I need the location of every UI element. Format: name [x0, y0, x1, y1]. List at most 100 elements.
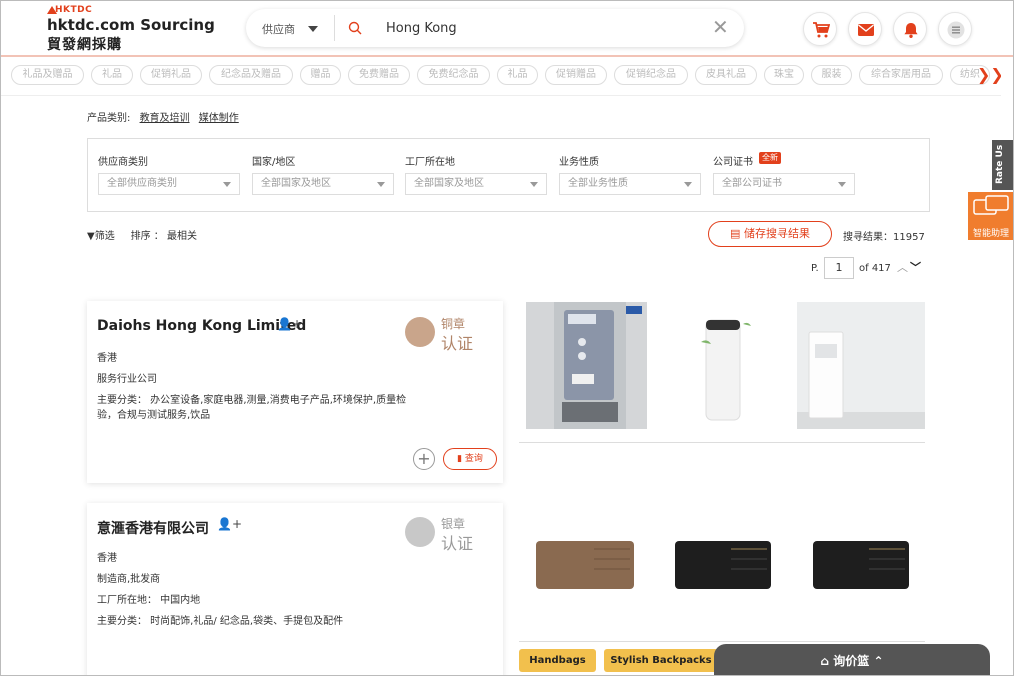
category-pill[interactable]: 礼品	[497, 65, 538, 85]
hktdc-logo[interactable]: HKTDC hktdc.com Sourcing 貿發網採購	[47, 5, 215, 53]
filter-label: 公司证书	[713, 157, 753, 168]
save-search-label: 储存搜寻结果	[743, 227, 810, 240]
product-image-water-purifier[interactable]	[797, 302, 925, 429]
basket-label: 询价篮	[833, 654, 870, 668]
supplier-region: 香港	[97, 553, 117, 564]
filter-panel: 供应商类别 全部供应商类别 国家/地区 全部国家及地区 工厂所在地 全部国家及地…	[87, 138, 930, 212]
chevron-up-icon[interactable]: ︿	[897, 259, 908, 275]
factory-location-select[interactable]: 全部国家及地区	[405, 173, 547, 195]
chevron-down-icon	[530, 182, 538, 187]
air-purifier-image	[661, 302, 782, 429]
save-search-button[interactable]: ▤ 储存搜寻结果	[708, 221, 832, 247]
product-image-card-holder-black[interactable]	[797, 521, 925, 631]
product-tag[interactable]: Handbags	[519, 649, 596, 672]
category-pill[interactable]: 珠宝	[764, 65, 804, 85]
filter-label: 国家/地区	[252, 157, 296, 168]
page: HKTDC hktdc.com Sourcing 貿發網採購 供应商 ✕	[0, 0, 1014, 676]
business-type-select[interactable]: 全部业务性质	[559, 173, 701, 195]
chevron-right-icon[interactable]: ❯❯	[977, 65, 1001, 84]
filter-toggle[interactable]: 筛选	[95, 231, 115, 242]
product-image-card-holder-black[interactable]	[661, 521, 782, 631]
category-pill[interactable]: 皮具礼品	[695, 65, 757, 85]
category-pill[interactable]: 免费纪念品	[417, 65, 490, 85]
water-dispenser-image	[526, 302, 647, 429]
cert-text: 认证	[441, 334, 474, 353]
chevron-down-icon[interactable]: ﹀	[910, 259, 921, 275]
category-pill[interactable]: 服装	[811, 65, 852, 85]
category-pill[interactable]: 免费赠品	[348, 65, 410, 85]
inquiry-label: 查询	[464, 454, 483, 464]
basket-icon: ⌂	[820, 654, 830, 668]
logo-small-text: HKTDC	[55, 5, 93, 15]
chat-bubbles-icon	[973, 195, 1009, 215]
page-number-input[interactable]: 1	[824, 257, 854, 279]
smart-assistant-button[interactable]: 智能助理	[968, 192, 1013, 240]
supplier-type-select[interactable]: 全部供应商类别	[98, 173, 240, 195]
supplier-region: 香港	[97, 353, 117, 364]
bell-icon	[904, 23, 918, 38]
category-pill[interactable]: 赠品	[300, 65, 341, 85]
search-input[interactable]	[386, 18, 686, 38]
logo-main-text: hktdc.com Sourcing	[47, 16, 215, 34]
supplier-business-type: 制造商,批发商	[97, 574, 161, 585]
search-type-select[interactable]: 供应商	[262, 21, 295, 37]
category-strip: 礼品及赠品 礼品 促销礼品 纪念品及赠品 赠品 免费赠品 免费纪念品 礼品 促销…	[1, 61, 1001, 89]
inquiry-basket-bar[interactable]: ⌂ 询价篮 ⌃	[714, 644, 990, 675]
certificate-select[interactable]: 全部公司证书	[713, 173, 855, 195]
supplier-name[interactable]: Daiohs Hong Kong Limited	[97, 318, 306, 334]
silver-certification-badge: 银章 认证	[405, 515, 489, 553]
filter-label: 业务性质	[559, 157, 599, 168]
category-pill[interactable]: 礼品	[91, 65, 133, 85]
category-pill[interactable]: 礼品及赠品	[11, 65, 84, 85]
close-icon[interactable]: ✕	[712, 15, 729, 39]
supplier-card[interactable]: 意滙香港有限公司 👤+ 银章 认证 香港 制造商,批发商 工厂所在地： 中国内地…	[87, 503, 503, 675]
message-button[interactable]	[848, 12, 882, 46]
sort-select[interactable]: 最相关	[167, 231, 197, 242]
logo-chinese-text: 貿發網採購	[47, 37, 122, 53]
inquiry-button[interactable]: ▮ 查询	[443, 448, 497, 470]
chevron-down-icon	[223, 182, 231, 187]
water-purifier-image	[797, 302, 925, 429]
silver-medal-icon	[405, 517, 435, 547]
result-count: 搜寻结果：11957	[843, 232, 925, 243]
product-image-water-dispenser[interactable]	[526, 302, 647, 429]
black-wallet-image	[797, 521, 925, 631]
country-select[interactable]: 全部国家及地区	[252, 173, 394, 195]
chevron-up-icon: ⌃	[873, 654, 884, 668]
product-image-air-purifier[interactable]	[661, 302, 782, 429]
filter-icon[interactable]: ▼	[87, 231, 95, 242]
chevron-down-icon[interactable]	[308, 26, 318, 32]
follow-supplier-icon[interactable]: 👤+	[277, 317, 302, 331]
chevron-down-icon	[838, 182, 846, 187]
category-pill[interactable]: 促销纪念品	[614, 65, 688, 85]
search-bar: 供应商 ✕	[246, 9, 744, 47]
new-badge: 全新	[759, 152, 781, 164]
filter-label: 工厂所在地	[405, 157, 455, 168]
cert-text: 认证	[441, 534, 474, 553]
cart-button[interactable]	[803, 12, 837, 46]
select-value: 全部国家及地区	[414, 178, 484, 189]
supplier-name[interactable]: 意滙香港有限公司	[97, 518, 209, 538]
divider	[1, 95, 1001, 96]
category-pill[interactable]: 促销赠品	[545, 65, 607, 85]
bronze-medal-icon	[405, 317, 435, 347]
category-pill[interactable]: 综合家居用品	[859, 65, 943, 85]
category-breadcrumb: 产品类别: 教育及培训 媒体制作	[87, 109, 239, 124]
supplier-card[interactable]: Daiohs Hong Kong Limited 👤+ 铜章 认证 香港 服务行…	[87, 301, 503, 483]
brown-wallet-image	[526, 521, 647, 631]
menu-button[interactable]	[938, 12, 972, 46]
save-icon: ▤	[730, 227, 741, 240]
supplier-main-categories: 主要分类： 时尚配饰,礼品/ 纪念品,袋类、手提包及配件	[97, 616, 344, 627]
rate-us-tab[interactable]: Rate Us	[992, 140, 1013, 190]
product-tag[interactable]: Stylish Backpacks	[604, 649, 718, 672]
rate-us-label: Rate Us	[995, 144, 1005, 184]
breadcrumb-link[interactable]: 教育及培训	[140, 113, 190, 124]
product-image-card-holder-brown[interactable]	[526, 521, 647, 631]
breadcrumb-link[interactable]: 媒体制作	[199, 113, 239, 124]
notification-button[interactable]	[893, 12, 927, 46]
category-pill[interactable]: 促销礼品	[140, 65, 202, 85]
add-compare-button[interactable]: +	[413, 448, 435, 470]
search-icon[interactable]	[348, 21, 362, 35]
follow-supplier-icon[interactable]: 👤+	[217, 517, 242, 531]
category-pill[interactable]: 纪念品及赠品	[209, 65, 293, 85]
